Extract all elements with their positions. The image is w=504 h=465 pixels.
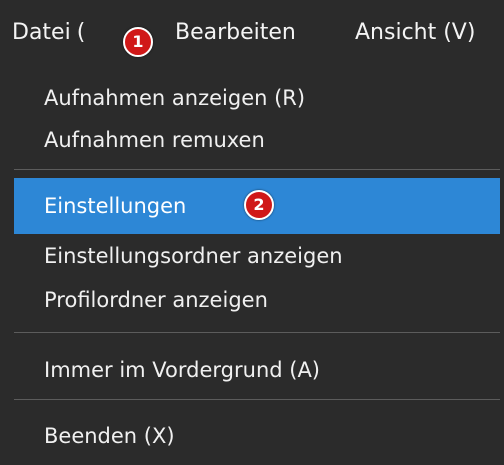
menu-item-always-on-top[interactable]: Immer im Vordergrund (A) [14, 342, 500, 398]
menu-item-remux-recordings[interactable]: Aufnahmen remuxen [14, 112, 500, 168]
menu-file[interactable]: Datei( [12, 20, 85, 46]
menu-view[interactable]: Ansicht (V) [355, 20, 475, 46]
menu-separator [14, 169, 500, 170]
callout-badge-2: 2 [244, 190, 274, 220]
menu-item-exit[interactable]: Beenden (X) [14, 408, 500, 464]
file-menu-dropdown: Aufnahmen anzeigen (R) Aufnahmen remuxen… [0, 66, 504, 465]
menu-bar: Datei( Bearbeiten Ansicht (V) [0, 0, 504, 66]
menu-item-show-profile-folder[interactable]: Profilordner anzeigen [14, 272, 500, 328]
menu-separator [14, 332, 500, 333]
menu-edit[interactable]: Bearbeiten [175, 20, 296, 46]
menu-file-label: Datei [12, 20, 71, 45]
callout-badge-1: 1 [123, 27, 153, 57]
menu-separator [14, 399, 500, 400]
menu-file-hotkey-fragment: ( [76, 20, 86, 45]
